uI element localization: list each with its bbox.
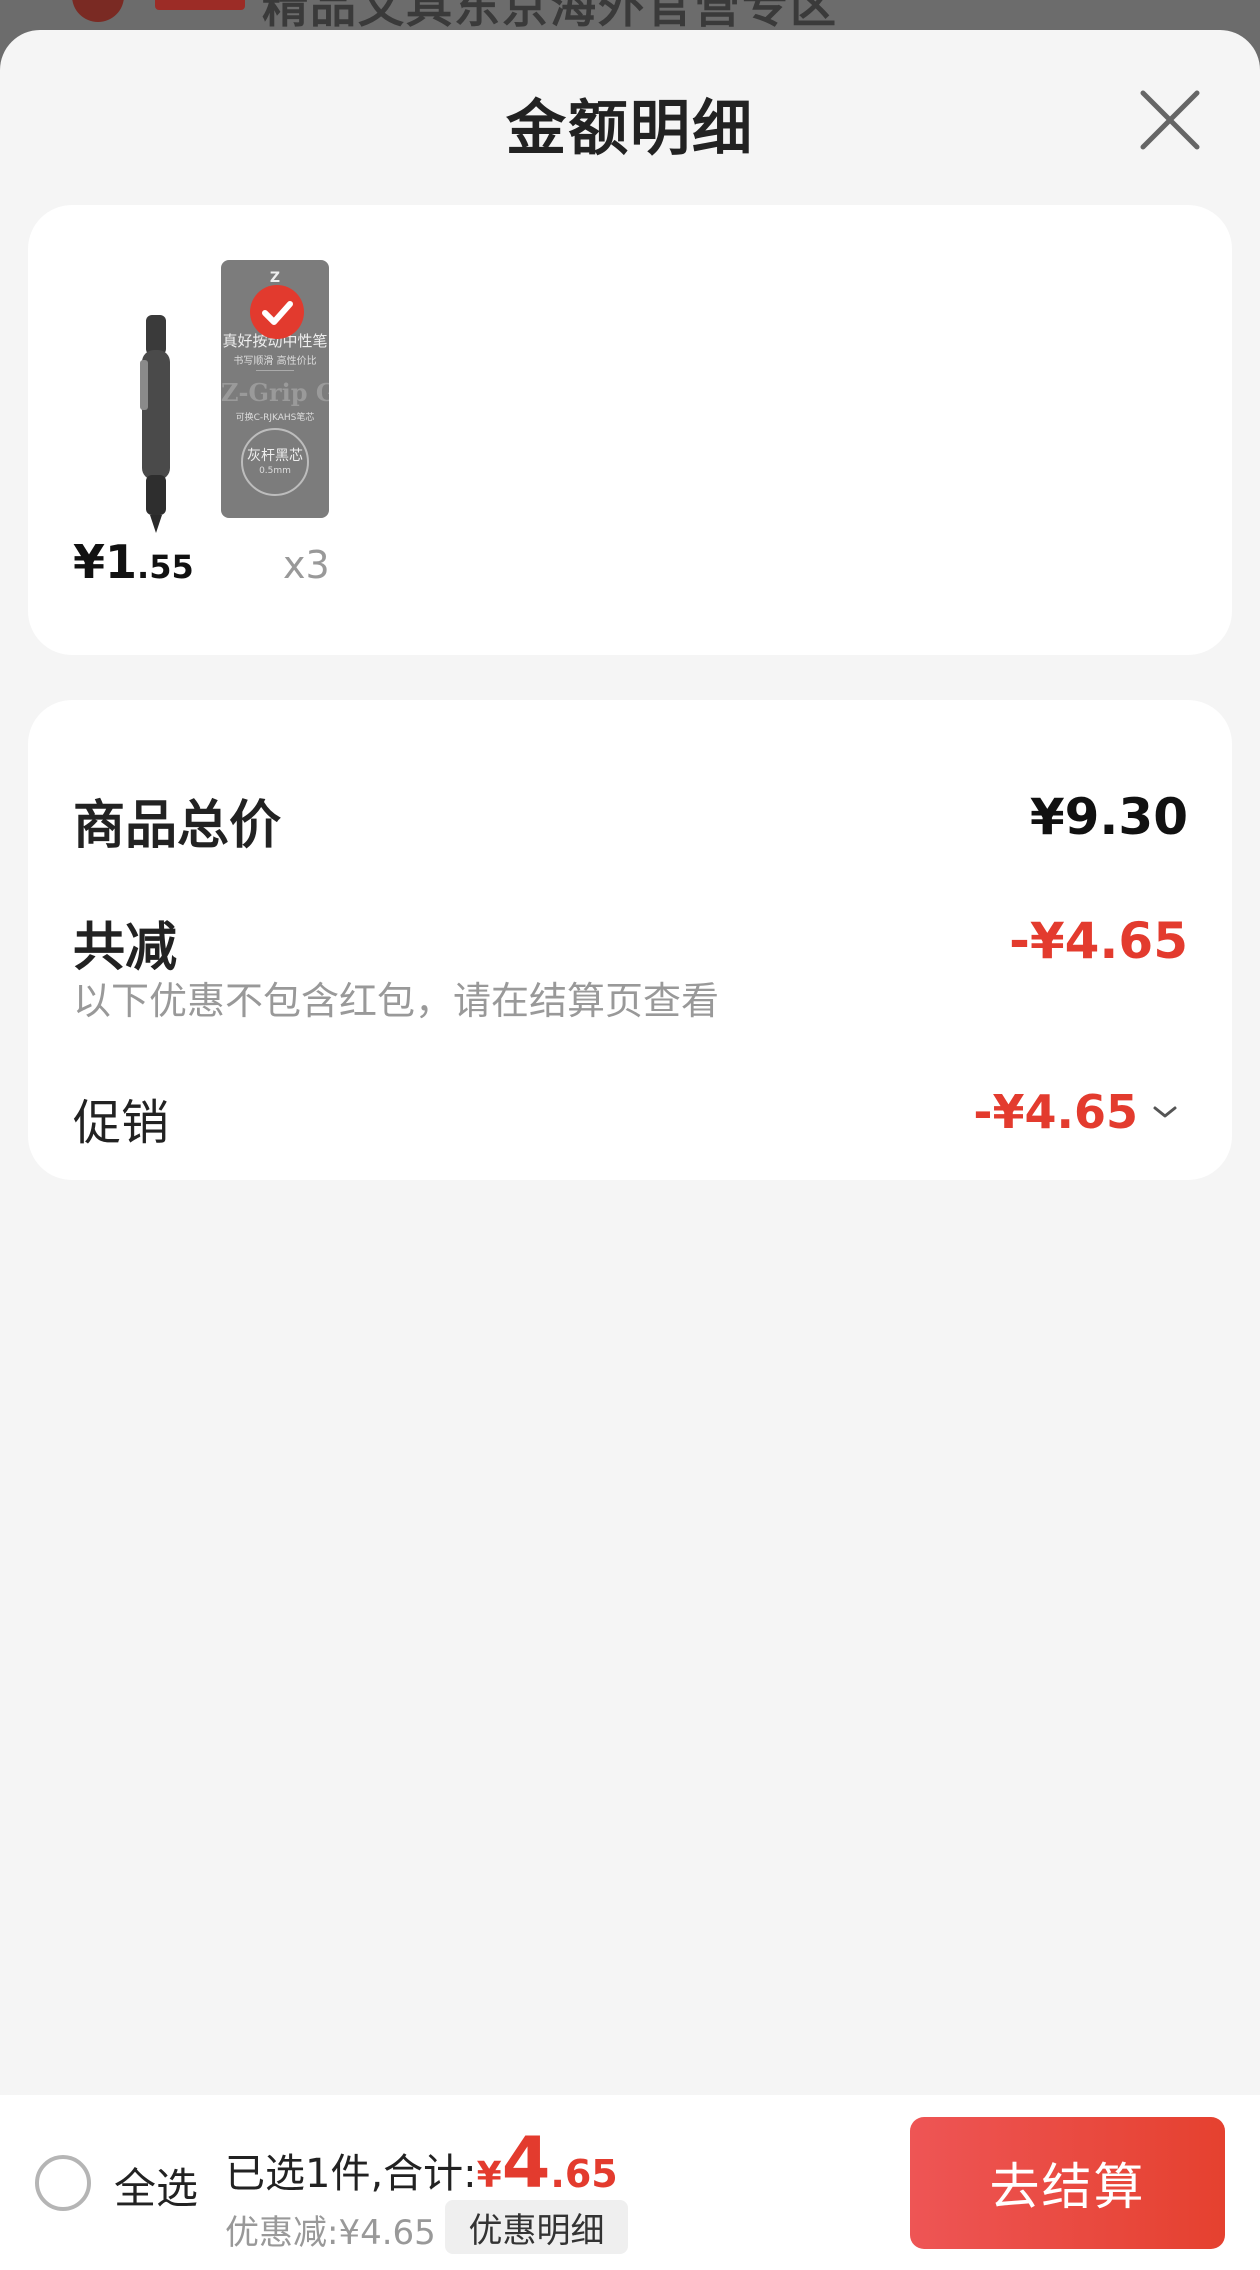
store-badge: [155, 0, 245, 10]
total-reduce-value: -¥4.65: [1009, 912, 1188, 970]
store-avatar: [72, 0, 124, 22]
discount-amount-text: 优惠减:¥4.65: [225, 2213, 436, 2253]
discount-detail-button[interactable]: 优惠明细: [445, 2200, 628, 2254]
total-price-label: 商品总价: [73, 796, 282, 856]
selected-check-icon: [250, 285, 304, 339]
price-summary-card: 商品总价 ¥9.30 共减 -¥4.65 以下优惠不包含红包，请在结算页查看 促…: [28, 700, 1232, 1180]
promotion-value: -¥4.65: [973, 1085, 1138, 1139]
total-reduce-label: 共减: [73, 918, 178, 978]
promotion-label: 促销: [73, 1095, 170, 1151]
sheet-title: 金额明细: [506, 94, 754, 164]
chevron-down-icon: [1153, 1106, 1177, 1118]
amount-detail-sheet: 金额明细 Z 真好按动中性笔 书写顺滑 高性价比 Z-Grip Gel 可换C-…: [0, 30, 1260, 2270]
checkout-bar: 全选 已选1件,合计: ¥ 4 .65 优惠减:¥4.65 优惠明细 去结算: [0, 2095, 1260, 2270]
close-icon[interactable]: [1135, 85, 1205, 155]
discount-note: 以下优惠不包含红包，请在结算页查看: [73, 979, 720, 1023]
select-all-label[interactable]: 全选: [114, 2155, 198, 2216]
select-all-radio[interactable]: [35, 2155, 91, 2211]
product-price: ¥1.55: [73, 535, 194, 589]
total-price-value: ¥9.30: [1029, 788, 1188, 846]
product-quantity: x3: [283, 543, 330, 587]
selected-total: 已选1件,合计: ¥ 4 .65: [225, 2122, 618, 2204]
products-card: Z 真好按动中性笔 书写顺滑 高性价比 Z-Grip Gel 可换C-RJKAH…: [28, 205, 1232, 655]
checkout-button[interactable]: 去结算: [910, 2117, 1225, 2249]
promotion-value-toggle[interactable]: -¥4.65: [973, 1085, 1178, 1139]
pen-product-image: [106, 305, 206, 535]
